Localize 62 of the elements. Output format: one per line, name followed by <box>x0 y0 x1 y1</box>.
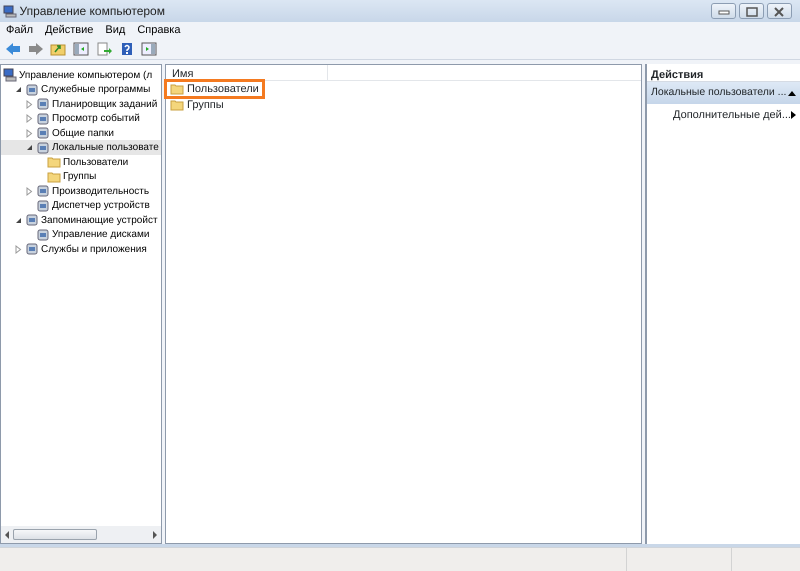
folder-icon <box>170 98 184 112</box>
tool-icon <box>36 228 50 242</box>
close-button[interactable] <box>766 3 792 19</box>
tree-item[interactable]: Группы <box>1 169 161 184</box>
list-item[interactable]: Пользователи <box>166 81 263 97</box>
tree-item[interactable]: Управление дисками <box>1 227 161 242</box>
tool-icon <box>36 126 50 140</box>
menu-item[interactable]: Справка <box>131 22 186 38</box>
list-item[interactable]: Группы <box>166 97 228 113</box>
menu-item[interactable]: Файл <box>0 22 40 38</box>
tree-item[interactable]: Пользователи <box>1 154 161 170</box>
tool-icon <box>25 242 39 256</box>
tree-item[interactable]: Локальные пользовате <box>1 140 161 155</box>
menu-item[interactable]: Вид <box>99 22 132 38</box>
minimize-button[interactable] <box>711 3 736 19</box>
back-arrow-icon <box>4 42 21 56</box>
submenu-arrow-icon <box>791 111 796 119</box>
tree-item[interactable]: Запоминающие устройст <box>1 212 161 228</box>
minimize-icon <box>718 9 730 16</box>
horizontal-scrollbar[interactable] <box>1 526 161 543</box>
tree-item[interactable]: Планировщик заданий <box>1 96 161 112</box>
action-item[interactable]: Дополнительные дей... <box>647 104 800 126</box>
folder-icon <box>170 82 184 96</box>
tool-icon <box>36 184 50 198</box>
column-header[interactable]: Имя <box>166 65 328 80</box>
tree-item[interactable]: Просмотр событий <box>1 111 161 126</box>
action-pane-icon <box>141 42 158 56</box>
tree-item[interactable]: Диспетчер устройств <box>1 198 161 213</box>
tool-icon <box>25 82 39 96</box>
show-action-pane-button[interactable] <box>139 40 160 58</box>
expanded-arrow-icon[interactable] <box>25 143 34 152</box>
tree-item[interactable]: Служебные программы <box>1 82 161 97</box>
scroll-right-icon <box>152 530 158 538</box>
tool-icon <box>36 112 50 126</box>
collapsed-arrow-icon[interactable] <box>25 186 34 196</box>
tool-icon <box>25 213 39 227</box>
scroll-left-icon <box>4 530 10 538</box>
tree-item[interactable]: Службы и приложения <box>1 242 161 256</box>
maximize-icon <box>746 7 758 18</box>
expanded-arrow-icon[interactable] <box>14 216 23 224</box>
folder-up-icon <box>50 42 66 56</box>
export-icon <box>96 42 112 56</box>
tool-icon <box>36 198 50 212</box>
tree-pane-icon <box>73 42 89 56</box>
tool-icon <box>36 140 50 154</box>
computer-icon <box>3 68 17 82</box>
tree-item[interactable]: Общие папки <box>1 126 161 140</box>
window-title: Управление компьютером <box>20 3 165 20</box>
expanded-arrow-icon[interactable] <box>14 85 23 94</box>
collapsed-arrow-icon[interactable] <box>14 244 23 254</box>
computer-icon <box>2 4 17 18</box>
maximize-button[interactable] <box>739 3 764 19</box>
forward-arrow-icon <box>28 42 44 56</box>
tree-item[interactable]: Управление компьютером (л <box>1 68 161 82</box>
tool-icon <box>36 97 50 111</box>
actions-section-header[interactable]: Локальные пользователи ... <box>647 82 800 104</box>
menu-item[interactable]: Действие <box>39 22 100 38</box>
collapse-icon <box>788 90 796 96</box>
close-icon <box>773 7 786 18</box>
folder-icon <box>47 170 61 184</box>
show-tree-button[interactable] <box>71 40 91 58</box>
tree-item[interactable]: Производительность <box>1 184 161 198</box>
